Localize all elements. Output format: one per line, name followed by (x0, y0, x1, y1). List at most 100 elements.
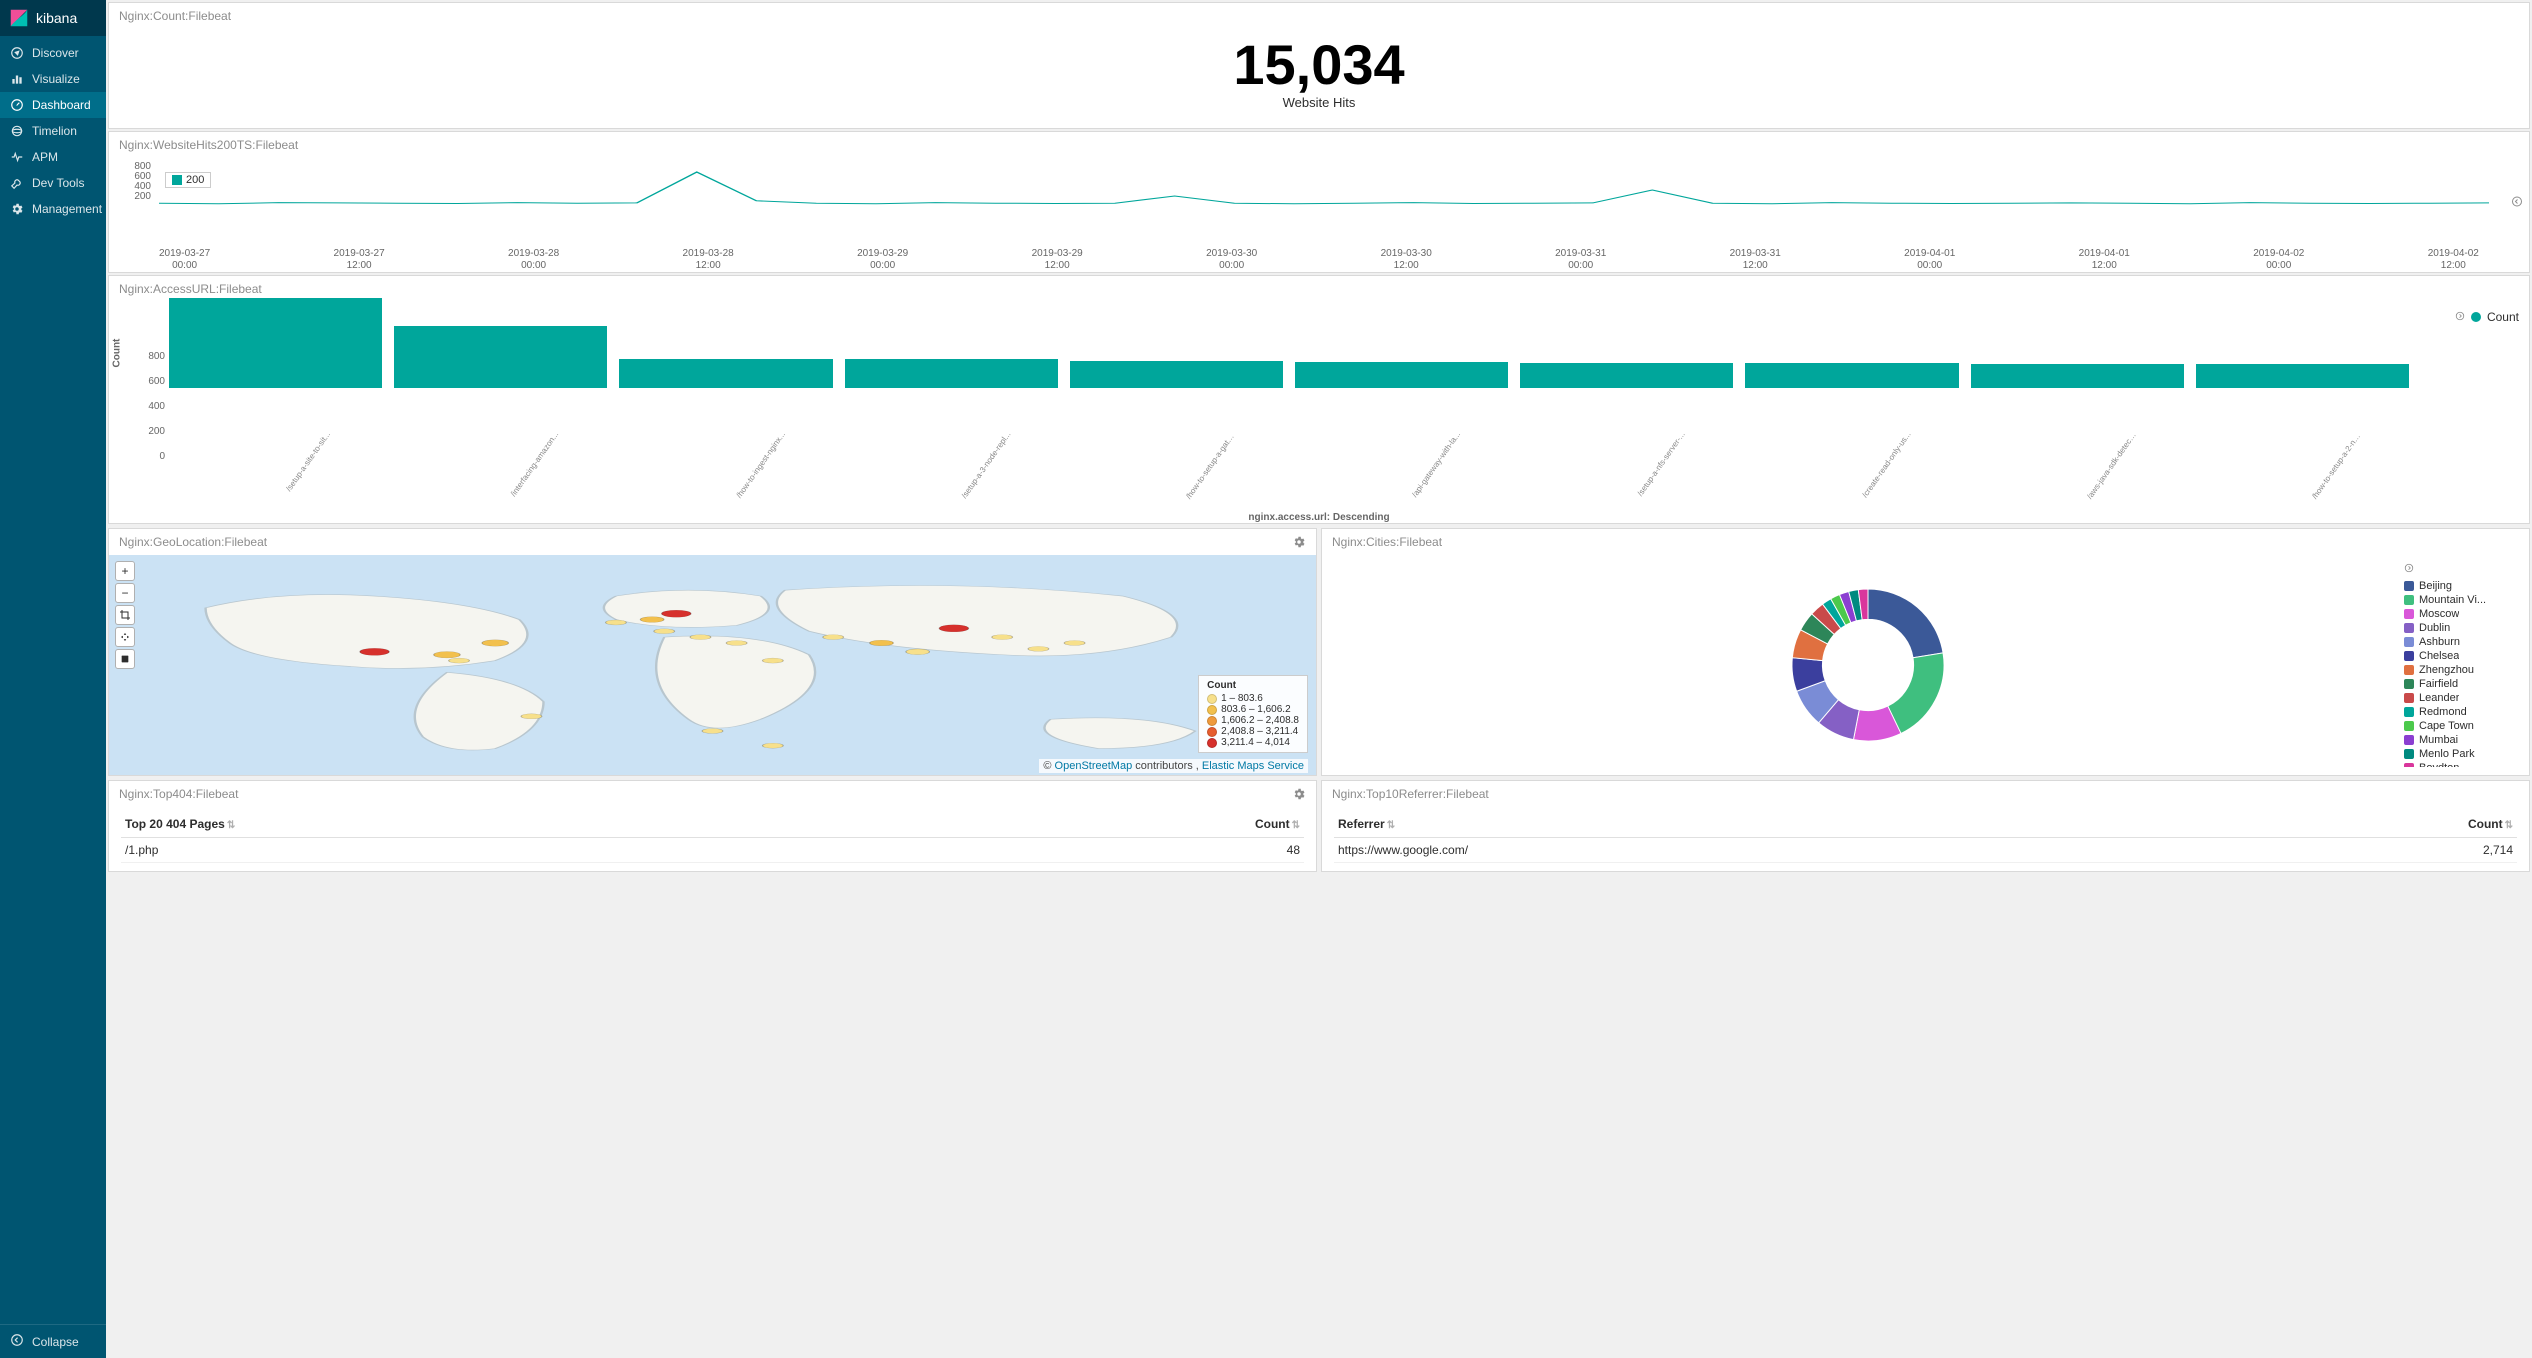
referrer-table: Referrer⇅ Count⇅ https://www.google.com/… (1334, 811, 2517, 863)
bar-col[interactable]: /api-gateway-with-la... (1295, 362, 1508, 402)
donut-chart (1332, 563, 2404, 767)
zoom-out-button[interactable]: − (115, 583, 135, 603)
legend-dot (1207, 694, 1217, 704)
top404-table: Top 20 404 Pages⇅ Count⇅ /1.php48 (121, 811, 1304, 863)
layers-button[interactable] (115, 649, 135, 669)
metric-body: 15,034 Website Hits (109, 29, 2529, 128)
bar-category: /how-to-setup-a-2-no... (2311, 430, 2365, 501)
legend-swatch (2404, 707, 2414, 717)
legend-range: 1,606.2 – 2,408.8 (1221, 715, 1299, 726)
legend-label: Boydton (2419, 762, 2459, 767)
legend-item[interactable]: Zhengzhou (2404, 664, 2519, 676)
bar-col[interactable]: /how-to-setup-a-gate... (1070, 361, 1283, 403)
nav-item-discover[interactable]: Discover (0, 40, 106, 66)
sort-icon: ⇅ (1387, 820, 1395, 831)
bar-col[interactable]: /how-to-setup-a-2-no... (2196, 364, 2409, 402)
table-body: Top 20 404 Pages⇅ Count⇅ /1.php48 (109, 807, 1316, 871)
line-legend[interactable]: 200 (165, 172, 211, 188)
legend-item[interactable]: Chelsea (2404, 650, 2519, 662)
col-pages[interactable]: Top 20 404 Pages⇅ (121, 811, 938, 838)
nav-item-dev-tools[interactable]: Dev Tools (0, 170, 106, 196)
fit-button[interactable] (115, 627, 135, 647)
xtick: 2019-03-3000:00 (1206, 248, 1257, 272)
legend-item[interactable]: Beijing (2404, 580, 2519, 592)
legend-item[interactable]: Ashburn (2404, 636, 2519, 648)
col-referrer[interactable]: Referrer⇅ (1334, 811, 2189, 838)
bar-col[interactable]: /create-read-only-us... (1745, 363, 1958, 402)
col-count[interactable]: Count⇅ (2189, 811, 2517, 838)
legend-item[interactable]: Leander (2404, 692, 2519, 704)
bar-col[interactable]: /interfacing-amazon... (394, 326, 607, 403)
legend-item[interactable]: Dublin (2404, 622, 2519, 634)
attrib-text: contributors , (1132, 760, 1202, 772)
cell: 2,714 (2189, 838, 2517, 863)
panel-title: Nginx:GeoLocation:Filebeat (109, 529, 1316, 555)
col-label: Count (1255, 817, 1290, 831)
zoom-in-button[interactable]: + (115, 561, 135, 581)
dashboard-body: Nginx:Count:Filebeat 15,034 Website Hits… (106, 0, 2532, 1358)
bar-col[interactable]: /setup-a-nfs-server-... (1520, 363, 1733, 402)
legend-collapse-icon[interactable] (2511, 196, 2523, 211)
table-row[interactable]: https://www.google.com/2,714 (1334, 838, 2517, 863)
nav-item-dashboard[interactable]: Dashboard (0, 92, 106, 118)
chevron-right-icon[interactable] (2404, 563, 2519, 576)
nav-item-apm[interactable]: APM (0, 144, 106, 170)
legend-range: 2,408.8 – 3,211.4 (1221, 726, 1298, 737)
dash-icon (10, 98, 24, 112)
legend-item[interactable]: Mumbai (2404, 734, 2519, 746)
legend-swatch (2404, 595, 2414, 605)
bar-legend[interactable]: Count (2455, 310, 2519, 324)
crop-button[interactable] (115, 605, 135, 625)
map-body[interactable]: + − Count 1 – 803.6803.6 – 1,606.21,606.… (109, 555, 1316, 775)
bar-rect (845, 359, 1058, 388)
bar-col[interactable]: /setup-a-3-node-repl... (845, 359, 1058, 402)
legend-swatch (172, 175, 182, 185)
legend-swatch (2404, 581, 2414, 591)
legend-swatch (2404, 679, 2414, 689)
nav-item-visualize[interactable]: Visualize (0, 66, 106, 92)
legend-label: Moscow (2419, 608, 2459, 620)
legend-item[interactable]: Boydton (2404, 762, 2519, 767)
gear-icon[interactable] (1292, 535, 1306, 552)
bar-col[interactable]: /how-to-ingest-nginx... (619, 359, 832, 402)
map-controls: + − (115, 561, 135, 669)
map-legend: Count 1 – 803.6803.6 – 1,606.21,606.2 – … (1198, 675, 1308, 753)
nav-label: Timelion (32, 124, 77, 138)
nav-item-management[interactable]: Management (0, 196, 106, 222)
gear-icon[interactable] (1292, 787, 1306, 804)
metric-value: 15,034 (1233, 37, 1404, 93)
table-row[interactable]: /1.php48 (121, 838, 1304, 863)
line-yaxis: 800600400200 (121, 162, 151, 202)
bar-chart-area: Count Count 0200400600800 /setup-a-site-… (109, 302, 2529, 462)
attrib-text: © (1043, 760, 1054, 772)
col-count[interactable]: Count⇅ (938, 811, 1304, 838)
panel-top404: Nginx:Top404:Filebeat Top 20 404 Pages⇅ … (108, 780, 1317, 872)
bar-category: /setup-a-nfs-server-... (1635, 430, 1687, 498)
panel-geo: Nginx:GeoLocation:Filebeat (108, 528, 1317, 776)
cell: 48 (938, 838, 1304, 863)
nav: DiscoverVisualize Dashboard Timelion APMDev… (0, 36, 106, 1324)
legend-item[interactable]: Moscow (2404, 608, 2519, 620)
legend-item[interactable]: Menlo Park (2404, 748, 2519, 760)
legend-label: Dublin (2419, 622, 2450, 634)
col-label: Count (2468, 817, 2503, 831)
nav-label: Dashboard (32, 98, 91, 112)
bar-category: /interfacing-amazon... (509, 430, 561, 499)
bar-col[interactable]: /setup-a-site-to-sit... (169, 298, 382, 402)
logo[interactable]: kibana (0, 0, 106, 36)
bar-category: /setup-a-3-node-repl... (959, 430, 1013, 501)
legend-item[interactable]: Redmond (2404, 706, 2519, 718)
table-body: Referrer⇅ Count⇅ https://www.google.com/… (1322, 807, 2529, 871)
openstreetmap-link[interactable]: OpenStreetMap (1055, 760, 1133, 772)
bar-yaxis: Count 0200400600800 (137, 302, 165, 462)
nav-item-timelion[interactable]: Timelion (0, 118, 106, 144)
xtick: 2019-03-2712:00 (334, 248, 385, 272)
legend-item[interactable]: Cape Town (2404, 720, 2519, 732)
legend-item[interactable]: Mountain Vi... (2404, 594, 2519, 606)
xtick: 2019-03-3012:00 (1381, 248, 1432, 272)
elastic-maps-link[interactable]: Elastic Maps Service (1202, 760, 1304, 772)
bar-col[interactable]: /aws-java-sdk-detect... (1971, 364, 2184, 402)
collapse-button[interactable]: Collapse (0, 1324, 106, 1358)
legend-item[interactable]: Fairfield (2404, 678, 2519, 690)
legend-label: Mumbai (2419, 734, 2458, 746)
